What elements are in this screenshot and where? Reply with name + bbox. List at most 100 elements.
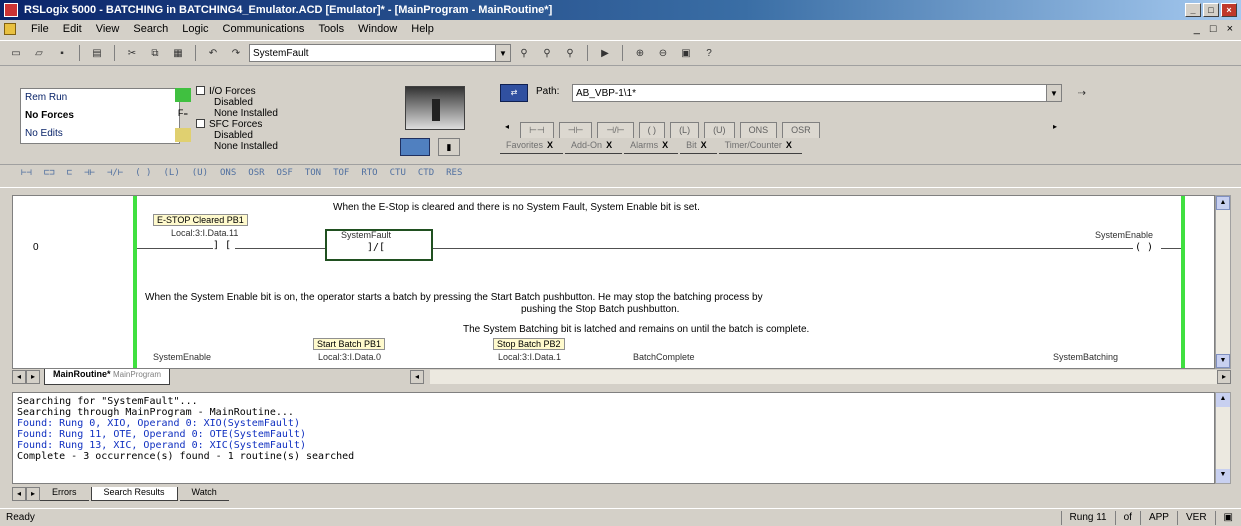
ote-icon[interactable]: ( ) — [132, 168, 154, 184]
menu-communications[interactable]: Communications — [216, 23, 312, 35]
r1-stop-tag[interactable]: Local:3:I.Data.1 — [498, 352, 561, 362]
tab-watch[interactable]: Watch — [179, 487, 229, 501]
chevron-down-icon[interactable]: ▼ — [495, 45, 510, 61]
edits-status[interactable]: No Edits — [21, 125, 179, 143]
controller-online-icon[interactable] — [400, 138, 430, 156]
search-combo[interactable]: SystemFault ▼ — [249, 44, 511, 62]
instruction-button[interactable]: (U) — [704, 122, 735, 138]
paste-icon[interactable]: ▦ — [168, 44, 188, 62]
scroll-left-icon[interactable]: ◂ — [500, 122, 514, 136]
open-folder-icon[interactable]: ▱ — [29, 44, 49, 62]
rung-number[interactable]: 0 — [33, 242, 39, 253]
redo-icon[interactable]: ↷ — [226, 44, 246, 62]
mdi-minimize-button[interactable]: _ — [1194, 23, 1200, 35]
output-result-link[interactable]: Found: Rung 13, XIC, Operand 0: XIC(Syst… — [17, 440, 1210, 451]
enable-coil[interactable]: ( ) — [1135, 242, 1153, 253]
r1-enable-tag[interactable]: SystemEnable — [153, 352, 211, 362]
fault-tag[interactable]: SystemFault — [341, 230, 391, 240]
find-prev-icon[interactable]: ⚲ — [560, 44, 580, 62]
estop-tag[interactable]: Local:3:I.Data.11 — [171, 228, 238, 238]
ctd-icon[interactable]: CTD — [415, 168, 437, 184]
tof-icon[interactable]: TOF — [330, 168, 352, 184]
fault-contact[interactable]: ]/[ — [367, 242, 385, 253]
properties-icon[interactable]: ▣ — [676, 44, 696, 62]
scroll-down-icon[interactable]: ▼ — [1216, 354, 1230, 368]
r1-batching-tag[interactable]: SystemBatching — [1053, 352, 1118, 362]
tab-main-routine[interactable]: MainRoutine* MainProgram — [44, 369, 171, 385]
path-go-icon[interactable]: ⇢ — [1070, 84, 1094, 102]
menu-file[interactable]: File — [24, 23, 56, 35]
instruction-button[interactable]: ( ) — [638, 122, 666, 138]
tab-errors[interactable]: Errors — [40, 487, 89, 501]
zoom-in-icon[interactable]: ⊕ — [630, 44, 650, 62]
tab-bit[interactable]: Bit X — [680, 140, 717, 154]
xio-icon[interactable]: ⊣/⊢ — [104, 168, 126, 184]
hscroll-right-icon[interactable]: ▸ — [1217, 370, 1231, 384]
controller-properties-icon[interactable]: ▮ — [438, 138, 460, 156]
maximize-button[interactable]: □ — [1203, 3, 1219, 17]
branch-icon[interactable]: ⊏⊐ — [41, 168, 58, 184]
tab-favorites[interactable]: Favorites X — [500, 140, 564, 154]
instruction-button[interactable]: ⊣/⊢ — [597, 122, 634, 138]
document-icon[interactable] — [4, 23, 16, 35]
scroll-down-icon[interactable]: ▼ — [1216, 469, 1230, 483]
find-next-icon[interactable]: ⚲ — [537, 44, 557, 62]
hscroll-left-icon[interactable]: ◂ — [410, 370, 425, 384]
menu-logic[interactable]: Logic — [175, 23, 215, 35]
cut-icon[interactable]: ✂ — [122, 44, 142, 62]
print-icon[interactable]: ▤ — [87, 44, 107, 62]
tab-prev-icon[interactable]: ◂ — [12, 487, 26, 501]
menu-tools[interactable]: Tools — [311, 23, 351, 35]
instruction-button[interactable]: (L) — [670, 122, 700, 138]
rung-icon[interactable]: ⊢⊣ — [18, 168, 35, 184]
verify-icon[interactable]: ▶ — [595, 44, 615, 62]
output-result-link[interactable]: Found: Rung 11, OTE, Operand 0: OTE(Syst… — [17, 429, 1210, 440]
editor-vertical-scrollbar[interactable]: ▲ ▼ — [1215, 195, 1231, 369]
tab-prev-icon[interactable]: ◂ — [12, 370, 26, 384]
osf-icon[interactable]: OSF — [274, 168, 296, 184]
r1-complete-tag[interactable]: BatchComplete — [633, 352, 695, 362]
menu-help[interactable]: Help — [404, 23, 441, 35]
zoom-out-icon[interactable]: ⊖ — [653, 44, 673, 62]
sfc-forces-checkbox[interactable] — [196, 119, 205, 128]
scroll-right-icon[interactable]: ▸ — [1048, 122, 1062, 136]
branch-level-icon[interactable]: ⊏ — [64, 168, 75, 184]
controller-status-list[interactable]: Rem Run No Forces No Edits — [20, 88, 180, 144]
tab-alarms[interactable]: Alarms X — [624, 140, 679, 154]
xic-icon[interactable]: ⊣⊢ — [81, 168, 98, 184]
tab-add-on[interactable]: Add-On X — [565, 140, 623, 154]
search-results-output[interactable]: Searching for "SystemFault"... Searching… — [12, 392, 1215, 484]
copy-icon[interactable]: ⧉ — [145, 44, 165, 62]
ctu-icon[interactable]: CTU — [387, 168, 409, 184]
scroll-up-icon[interactable]: ▲ — [1216, 393, 1230, 407]
output-result-link[interactable]: Found: Rung 0, XIO, Operand 0: XIO(Syste… — [17, 418, 1210, 429]
menu-edit[interactable]: Edit — [56, 23, 89, 35]
enable-tag[interactable]: SystemEnable — [1095, 230, 1153, 240]
network-icon[interactable]: ⇄ — [500, 84, 528, 102]
instruction-button[interactable]: ONS — [739, 122, 778, 138]
scroll-up-icon[interactable]: ▲ — [1216, 196, 1230, 210]
osr-icon[interactable]: OSR — [245, 168, 267, 184]
tab-timer-counter[interactable]: Timer/Counter X — [718, 140, 802, 154]
find-icon[interactable]: ⚲ — [514, 44, 534, 62]
editor-horizontal-scrollbar[interactable] — [430, 370, 1217, 384]
forces-status[interactable]: No Forces — [21, 107, 179, 125]
res-icon[interactable]: RES — [443, 168, 465, 184]
save-icon[interactable]: ▪ — [52, 44, 72, 62]
menu-view[interactable]: View — [89, 23, 127, 35]
help-icon[interactable]: ? — [699, 44, 719, 62]
rto-icon[interactable]: RTO — [358, 168, 380, 184]
path-combo[interactable]: AB_VBP-1\1* ▼ — [572, 84, 1062, 102]
tab-search-results[interactable]: Search Results — [90, 487, 178, 501]
otu-icon[interactable]: (U) — [189, 168, 211, 184]
r1-start-tag[interactable]: Local:3:I.Data.0 — [318, 352, 381, 362]
run-mode-status[interactable]: Rem Run — [21, 89, 179, 107]
new-file-icon[interactable]: ▭ — [6, 44, 26, 62]
instruction-button[interactable]: ⊣⊢ — [558, 122, 593, 138]
mdi-maximize-button[interactable]: □ — [1210, 23, 1217, 35]
output-vertical-scrollbar[interactable]: ▲ ▼ — [1215, 392, 1231, 484]
undo-icon[interactable]: ↶ — [203, 44, 223, 62]
menu-search[interactable]: Search — [126, 23, 175, 35]
instruction-button[interactable]: OSR — [782, 122, 820, 138]
tab-next-icon[interactable]: ▸ — [26, 370, 40, 384]
